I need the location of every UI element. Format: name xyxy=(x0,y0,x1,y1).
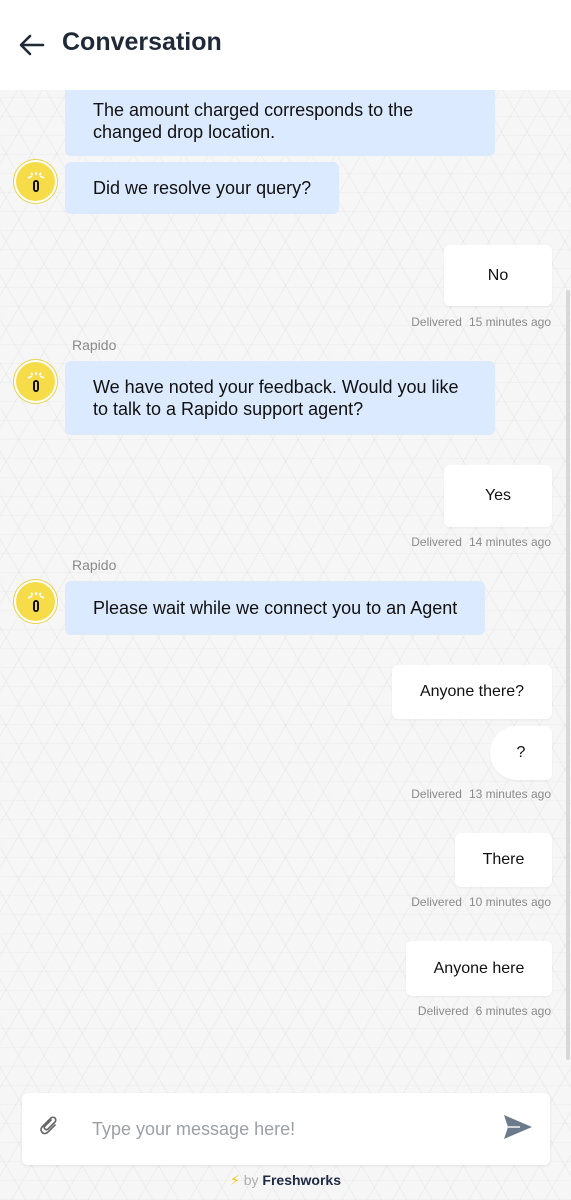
user-message: Yes xyxy=(444,465,552,527)
message-text: We have noted your feedback. Would you l… xyxy=(93,377,459,419)
send-icon xyxy=(504,1115,532,1139)
message-text: The amount charged corresponds to the ch… xyxy=(93,100,414,142)
user-message: No xyxy=(444,245,552,306)
status-label: Delivered xyxy=(411,535,462,549)
status-time: 6 minutes ago xyxy=(475,1004,551,1018)
status-label: Delivered xyxy=(411,315,462,329)
header: Conversation xyxy=(0,0,571,90)
bot-message: Please wait while we connect you to an A… xyxy=(65,581,486,635)
paperclip-icon xyxy=(40,1116,57,1135)
message-text: Anyone there? xyxy=(419,683,525,700)
message-text: No xyxy=(487,266,509,284)
scooter-icon xyxy=(27,171,44,192)
delivery-status: Delivered 10 minutes ago xyxy=(411,895,551,909)
message-composer xyxy=(22,1093,550,1165)
delivery-status: Delivered 14 minutes ago xyxy=(411,535,551,549)
status-label: Delivered xyxy=(411,895,462,909)
brand-name: Freshworks xyxy=(262,1172,341,1188)
message-text: ? xyxy=(516,744,526,761)
message-text: Please wait while we connect you to an A… xyxy=(93,598,458,618)
user-message: There xyxy=(455,833,552,887)
rapido-avatar xyxy=(14,360,57,403)
attach-button[interactable] xyxy=(40,1115,62,1139)
powered-by: ⚡ by Freshworks xyxy=(0,1172,571,1189)
status-time: 15 minutes ago xyxy=(468,315,551,329)
status-time: 13 minutes ago xyxy=(468,787,551,801)
rapido-avatar xyxy=(14,160,57,203)
message-input[interactable] xyxy=(92,1111,482,1147)
user-message: Anyone here xyxy=(406,941,552,996)
user-message: Anyone there? xyxy=(392,665,552,719)
delivery-status: Delivered 13 minutes ago xyxy=(411,787,551,801)
by-label: by xyxy=(243,1172,259,1188)
message-text: Anyone here xyxy=(433,959,525,977)
send-button[interactable] xyxy=(502,1113,536,1143)
scooter-icon xyxy=(27,591,44,612)
status-time: 14 minutes ago xyxy=(468,535,551,549)
sender-name: Rapido xyxy=(72,337,117,353)
message-text: Yes xyxy=(484,487,512,504)
sender-name: Rapido xyxy=(72,557,117,573)
message-text: There xyxy=(482,851,525,868)
delivery-status: Delivered 6 minutes ago xyxy=(418,1004,551,1018)
rapido-avatar xyxy=(14,580,57,623)
bot-message: The amount charged corresponds to the ch… xyxy=(65,86,495,156)
message-text: Did we resolve your query? xyxy=(93,178,312,198)
delivery-status: Delivered 15 minutes ago xyxy=(411,315,551,329)
status-time: 10 minutes ago xyxy=(468,895,551,909)
arrow-left-icon xyxy=(19,34,45,56)
scrollbar[interactable] xyxy=(566,290,570,1060)
scooter-icon xyxy=(27,371,44,392)
user-message: ? xyxy=(490,726,552,780)
bot-message: We have noted your feedback. Would you l… xyxy=(65,361,495,435)
status-label: Delivered xyxy=(411,787,462,801)
status-label: Delivered xyxy=(417,1004,469,1018)
page-title: Conversation xyxy=(62,28,222,56)
back-button[interactable] xyxy=(16,30,48,60)
bot-message: Did we resolve your query? xyxy=(65,162,340,214)
bolt-icon: ⚡ xyxy=(229,1172,240,1188)
chat-area: The amount charged corresponds to the ch… xyxy=(0,0,571,1080)
